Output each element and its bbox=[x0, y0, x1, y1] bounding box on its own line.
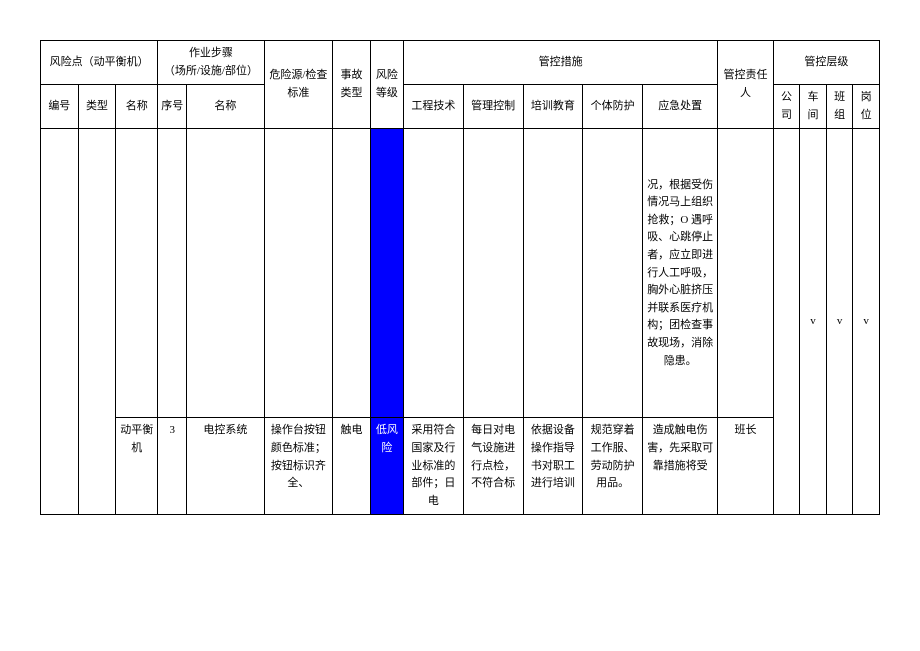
header-responsible: 管控责任人 bbox=[718, 41, 773, 129]
cell-type bbox=[78, 129, 116, 515]
cell-responsible bbox=[718, 129, 773, 418]
header-control-measures: 管控措施 bbox=[404, 41, 718, 85]
cell-seq: 3 bbox=[158, 418, 187, 515]
header-control-level: 管控层级 bbox=[773, 41, 879, 85]
header-company: 公司 bbox=[773, 85, 800, 129]
cell-mgmt: 每日对电气设施进行点检，不符合标 bbox=[463, 418, 523, 515]
header-number: 编号 bbox=[41, 85, 79, 129]
header-emergency: 应急处置 bbox=[643, 85, 718, 129]
cell-workshop: v bbox=[800, 129, 827, 515]
cell-training: 依据设备操作指导书对职工进行培训 bbox=[523, 418, 583, 515]
header-mgmt-control: 管理控制 bbox=[463, 85, 523, 129]
header-accident-type: 事故类型 bbox=[333, 41, 371, 129]
cell-hazard bbox=[264, 129, 333, 418]
table-row: 动平衡机 3 电控系统 操作台按钮颜色标准；按钮标识齐全、 触电 低风险 采用符… bbox=[41, 418, 880, 515]
header-operation-steps: 作业步骤 （场所/设施/部位） bbox=[158, 41, 264, 85]
header-team: 班组 bbox=[826, 85, 853, 129]
cell-team: v bbox=[826, 129, 853, 515]
cell-emergency-cont: 况，根据受伤情况马上组织抢救；O 遇呼吸、心跳停止者，应立即进行人工呼吸，胸外心… bbox=[643, 129, 718, 418]
header-training: 培训教育 bbox=[523, 85, 583, 129]
cell-protection: 规范穿着工作服、劳动防护用品。 bbox=[583, 418, 643, 515]
cell-name: 动平衡机 bbox=[116, 418, 158, 515]
cell-step-name bbox=[187, 129, 264, 418]
header-risk-level: 风险等级 bbox=[370, 41, 403, 129]
cell-eng-tech: 采用符合国家及行业标准的部件；日电 bbox=[404, 418, 464, 515]
cell-seq bbox=[158, 129, 187, 418]
cell-number bbox=[41, 129, 79, 515]
cell-risk-level bbox=[370, 129, 403, 418]
cell-step-name: 电控系统 bbox=[187, 418, 264, 515]
header-post: 岗位 bbox=[853, 85, 880, 129]
header-risk-point: 风险点（动平衡机） bbox=[41, 41, 158, 85]
header-protection: 个体防护 bbox=[583, 85, 643, 129]
cell-post: v bbox=[853, 129, 880, 515]
table-row-continuation: 况，根据受伤情况马上组织抢救；O 遇呼吸、心跳停止者，应立即进行人工呼吸，胸外心… bbox=[41, 129, 880, 418]
cell-accident bbox=[333, 129, 371, 418]
risk-assessment-table: 风险点（动平衡机） 作业步骤 （场所/设施/部位） 危险源/检查标准 事故类型 … bbox=[40, 40, 880, 515]
cell-name bbox=[116, 129, 158, 418]
header-seq: 序号 bbox=[158, 85, 187, 129]
cell-responsible: 班长 bbox=[718, 418, 773, 515]
header-step-name: 名称 bbox=[187, 85, 264, 129]
cell-company bbox=[773, 129, 800, 515]
cell-hazard: 操作台按钮颜色标准；按钮标识齐全、 bbox=[264, 418, 333, 515]
header-type: 类型 bbox=[78, 85, 116, 129]
header-eng-tech: 工程技术 bbox=[404, 85, 464, 129]
cell-protection bbox=[583, 129, 643, 418]
header-hazard: 危险源/检查标准 bbox=[264, 41, 333, 129]
header-workshop: 车间 bbox=[800, 85, 827, 129]
cell-mgmt bbox=[463, 129, 523, 418]
cell-accident: 触电 bbox=[333, 418, 371, 515]
cell-training bbox=[523, 129, 583, 418]
cell-risk-level: 低风险 bbox=[370, 418, 403, 515]
cell-emergency: 造成触电伤害，先采取可靠措施将受 bbox=[643, 418, 718, 515]
header-name: 名称 bbox=[116, 85, 158, 129]
cell-eng-tech bbox=[404, 129, 464, 418]
